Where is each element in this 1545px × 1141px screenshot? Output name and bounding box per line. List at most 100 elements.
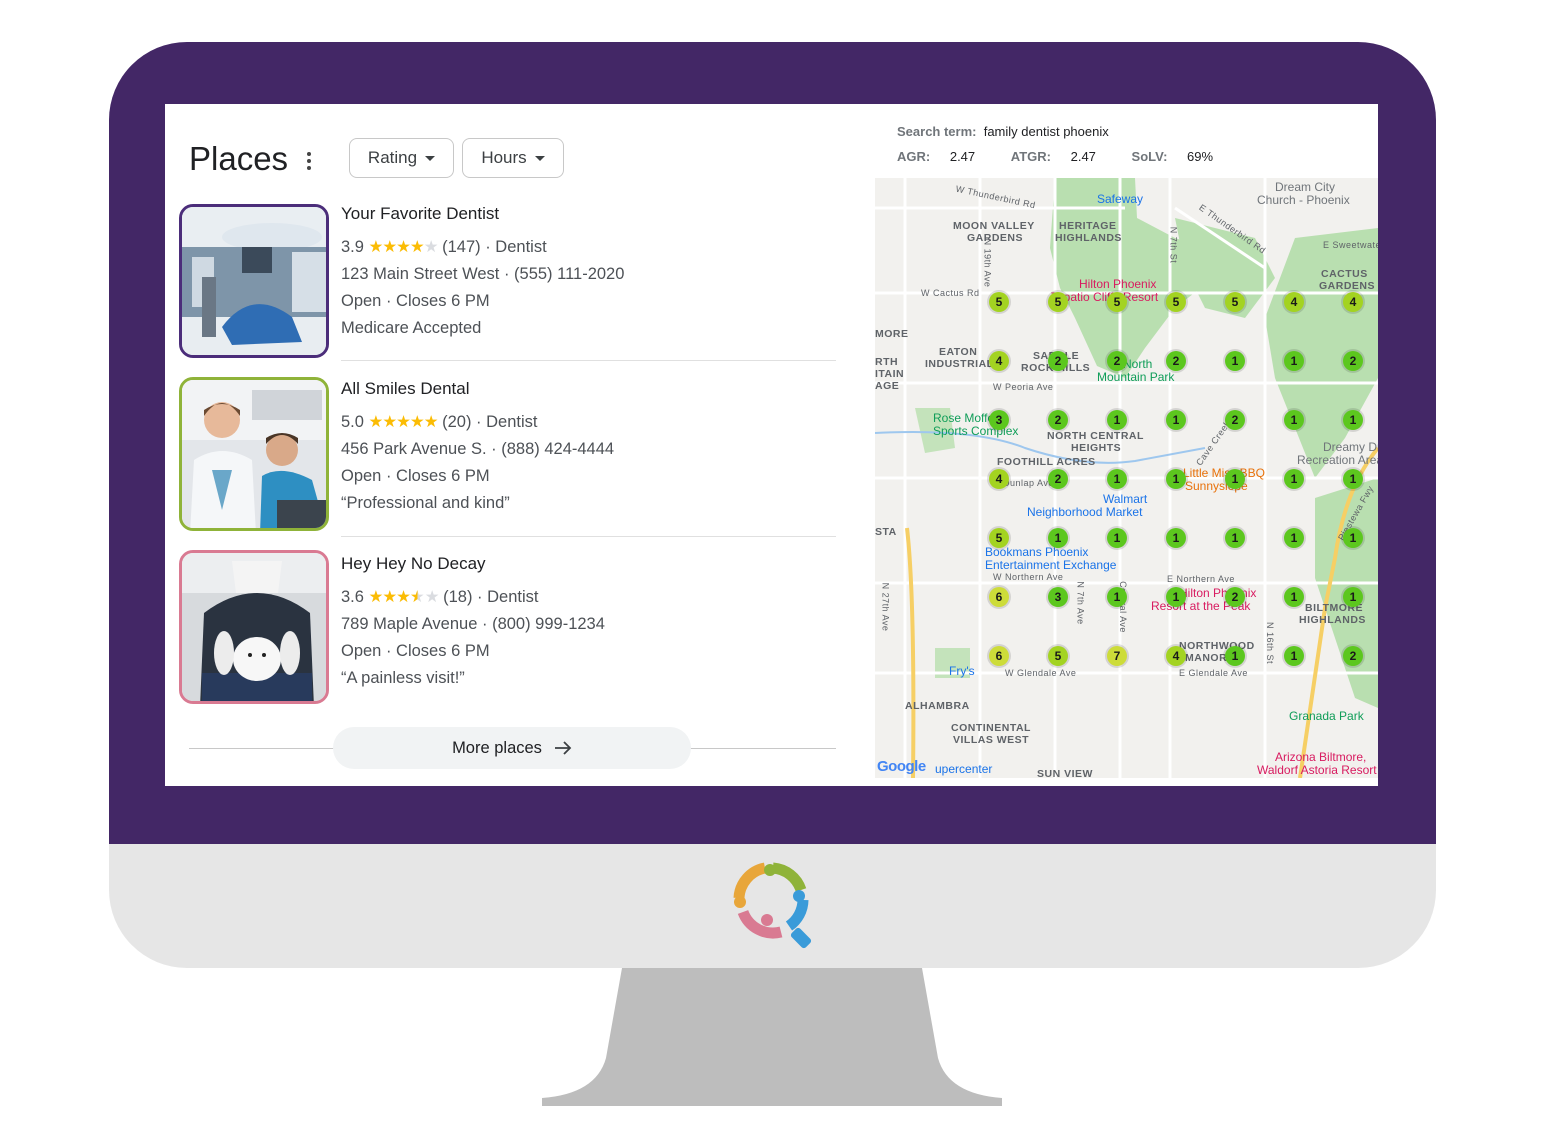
- map-area-label: VILLAS WEST: [953, 734, 1030, 746]
- rank-pin[interactable]: 1: [1284, 646, 1304, 666]
- rank-pin[interactable]: 5: [1225, 292, 1245, 312]
- rank-pin[interactable]: 1: [1225, 469, 1245, 489]
- poi-label[interactable]: Mountain Park: [1097, 370, 1174, 384]
- rank-pin[interactable]: 1: [1107, 410, 1127, 430]
- listing-photo-dental-office[interactable]: [179, 204, 329, 358]
- poi-label[interactable]: North: [1123, 357, 1152, 371]
- street-label: E Northern Ave: [1167, 574, 1235, 584]
- rank-pin[interactable]: 1: [1225, 528, 1245, 548]
- hours-filter-chip[interactable]: Hours: [462, 138, 564, 178]
- rank-pin[interactable]: 1: [1107, 587, 1127, 607]
- arrow-right-icon: [554, 741, 572, 755]
- rank-pin[interactable]: 7: [1107, 646, 1127, 666]
- poi-label[interactable]: Arizona Biltmore,: [1275, 750, 1366, 764]
- divider: [189, 748, 337, 749]
- poi-label[interactable]: Waldorf Astoria Resort: [1257, 763, 1377, 777]
- rank-pin[interactable]: 5: [989, 292, 1009, 312]
- rank-pin[interactable]: 1: [1343, 410, 1363, 430]
- rank-pin[interactable]: 1: [1284, 410, 1304, 430]
- rank-pin[interactable]: 5: [1166, 292, 1186, 312]
- vertical-dots-icon[interactable]: [305, 150, 313, 174]
- poi-label[interactable]: Safeway: [1097, 192, 1143, 206]
- poi-label[interactable]: upercenter: [935, 762, 992, 776]
- rank-pin[interactable]: 2: [1166, 351, 1186, 371]
- street-label: N 16th St: [1265, 621, 1276, 665]
- rank-pin[interactable]: 1: [1166, 528, 1186, 548]
- rank-pin[interactable]: 1: [1166, 410, 1186, 430]
- poi-label[interactable]: Hilton Phoenix: [1079, 277, 1156, 291]
- rank-pin[interactable]: 2: [1343, 646, 1363, 666]
- rank-pin[interactable]: 2: [1225, 587, 1245, 607]
- map-area-label: ALHAMBRA: [905, 700, 970, 712]
- rank-pin[interactable]: 4: [989, 351, 1009, 371]
- listing-name[interactable]: All Smiles Dental: [341, 379, 841, 399]
- rank-pin[interactable]: 1: [1284, 587, 1304, 607]
- poi-label[interactable]: Fry's: [949, 664, 975, 678]
- poi-label[interactable]: Church - Phoenix: [1257, 193, 1350, 207]
- poi-label[interactable]: Recreation Area: [1297, 453, 1378, 467]
- rank-pin[interactable]: 2: [1225, 410, 1245, 430]
- poi-label[interactable]: Dream City: [1275, 180, 1335, 194]
- map-area-label: INDUSTRIAL: [925, 358, 994, 370]
- rank-pin[interactable]: 5: [1107, 292, 1127, 312]
- star-icon: ★★★★: [368, 238, 425, 256]
- address-row: 123 Main Street West · (555) 111-2020: [341, 265, 625, 283]
- rank-pin[interactable]: 2: [1048, 410, 1068, 430]
- poi-label[interactable]: Dreamy Draw: [1323, 440, 1378, 454]
- rank-pin[interactable]: 1: [1343, 587, 1363, 607]
- rank-pin[interactable]: 1: [1107, 528, 1127, 548]
- poi-label[interactable]: Granada Park: [1289, 709, 1364, 723]
- more-places-button[interactable]: More places: [333, 727, 691, 769]
- rank-pin[interactable]: 2: [1107, 351, 1127, 371]
- listing-card[interactable]: Your Favorite Dentist 3.9 ★★★★★ (147) · …: [341, 204, 841, 342]
- rank-pin[interactable]: 1: [1107, 469, 1127, 489]
- poi-label[interactable]: Entertainment Exchange: [985, 558, 1116, 572]
- rank-pin[interactable]: 4: [1343, 292, 1363, 312]
- rank-pin[interactable]: 1: [1225, 351, 1245, 371]
- rank-pin[interactable]: 1: [1343, 469, 1363, 489]
- places-title: Places: [189, 140, 289, 177]
- star-empty-icon: ★: [423, 238, 439, 256]
- rank-pin[interactable]: 5: [989, 528, 1009, 548]
- rank-pin[interactable]: 1: [1048, 528, 1068, 548]
- rank-pin[interactable]: 4: [1284, 292, 1304, 312]
- listing-extra: “A painless visit!”: [341, 669, 465, 687]
- rank-pin[interactable]: 6: [989, 587, 1009, 607]
- poi-label[interactable]: Walmart: [1103, 492, 1147, 506]
- rank-pin[interactable]: 2: [1048, 469, 1068, 489]
- rank-pin[interactable]: 1: [1284, 351, 1304, 371]
- rank-pin[interactable]: 1: [1166, 469, 1186, 489]
- rank-pin[interactable]: 2: [1048, 351, 1068, 371]
- rating-filter-chip[interactable]: Rating: [349, 138, 454, 178]
- address: 789 Maple Avenue: [341, 615, 478, 633]
- rank-pin[interactable]: 4: [989, 469, 1009, 489]
- listing-card[interactable]: Hey Hey No Decay 3.6 ★★★★★ (18) · Dentis…: [341, 554, 841, 692]
- rank-pin[interactable]: 1: [1225, 646, 1245, 666]
- rank-grid-map[interactable]: MOON VALLEY GARDENS HERITAGE HIGHLANDS C…: [875, 178, 1378, 778]
- rank-pin[interactable]: 3: [1048, 587, 1068, 607]
- street-label: Dunlap Ave: [1003, 478, 1054, 488]
- divider: [341, 360, 836, 361]
- star-half-icon: ★: [409, 588, 425, 606]
- listing-name[interactable]: Hey Hey No Decay: [341, 554, 841, 574]
- category: Dentist: [486, 413, 538, 431]
- rank-pin[interactable]: 1: [1284, 528, 1304, 548]
- rank-pin[interactable]: 6: [989, 646, 1009, 666]
- rank-pin[interactable]: 1: [1166, 587, 1186, 607]
- rating-row: 5.0 ★★★★★ (20) · Dentist: [341, 413, 538, 431]
- rank-pin[interactable]: 5: [1048, 646, 1068, 666]
- rank-pin[interactable]: 1: [1284, 469, 1304, 489]
- poi-label[interactable]: Neighborhood Market: [1027, 505, 1142, 519]
- listing-photo-dentist-patient[interactable]: [179, 377, 329, 531]
- rank-pin[interactable]: 2: [1343, 351, 1363, 371]
- rank-pin[interactable]: 4: [1166, 646, 1186, 666]
- listing-card[interactable]: All Smiles Dental 5.0 ★★★★★ (20) · Denti…: [341, 379, 841, 517]
- listing-name[interactable]: Your Favorite Dentist: [341, 204, 841, 224]
- divider: [687, 748, 836, 749]
- rank-pin[interactable]: 5: [1048, 292, 1068, 312]
- listing-photo-tooth-plush[interactable]: [179, 550, 329, 704]
- rank-pin[interactable]: 3: [989, 410, 1009, 430]
- map-area-label: FOOTHILL ACRES: [997, 456, 1096, 468]
- rank-pin[interactable]: 1: [1343, 528, 1363, 548]
- street-label: N 27th Ave: [880, 582, 891, 632]
